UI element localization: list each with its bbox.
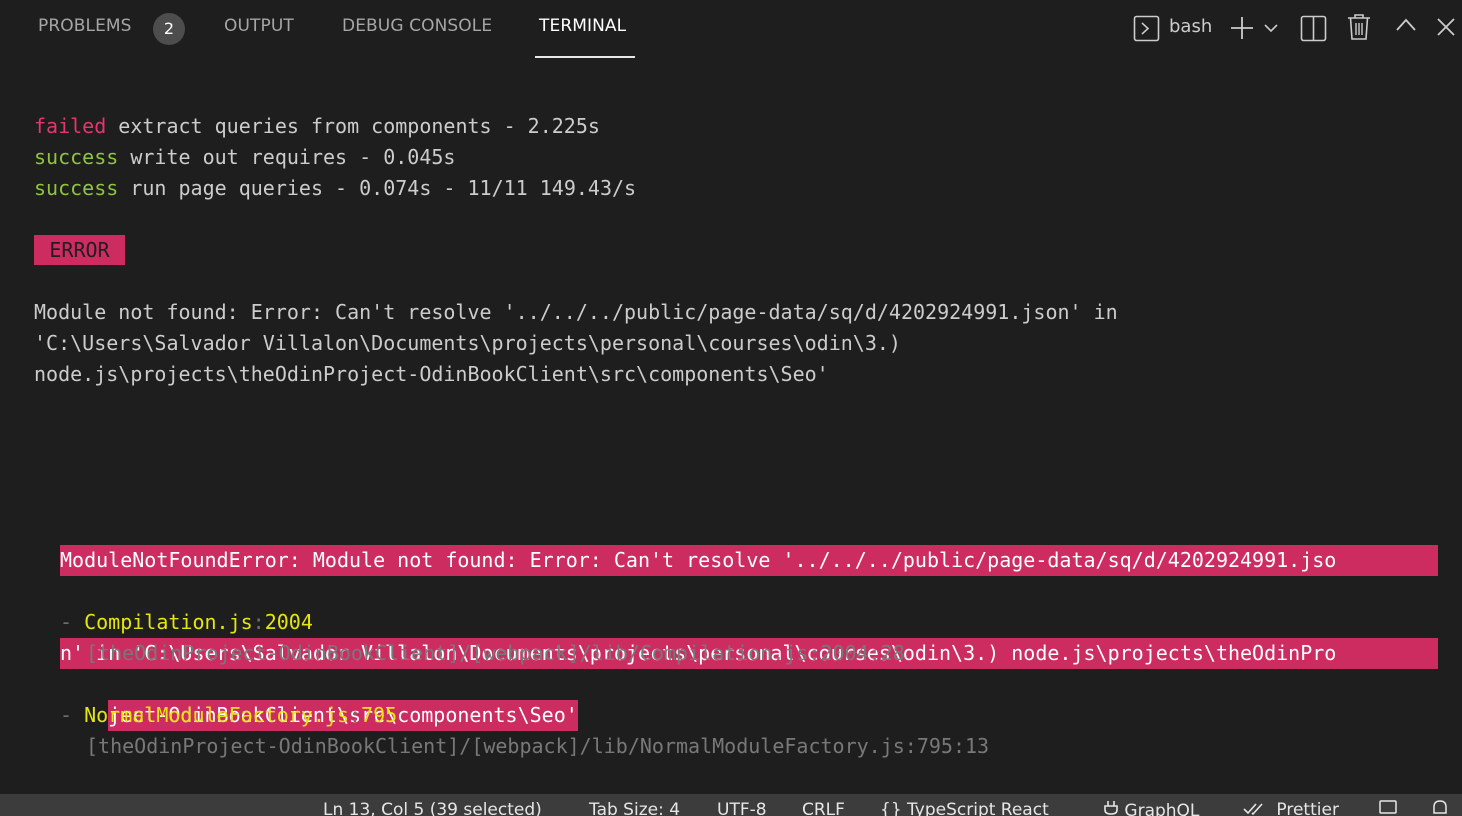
stack-file[interactable]: Compilation.js — [84, 610, 253, 634]
stack-path[interactable]: [theOdinProject-OdinBookClient]/[webpack… — [86, 638, 905, 669]
tab-output[interactable]: OUTPUT — [224, 16, 294, 42]
tab-size[interactable]: Tab Size: 4 — [589, 800, 680, 816]
prettier-status[interactable]: Prettier — [1243, 800, 1339, 816]
trash-icon[interactable] — [1347, 13, 1371, 41]
tab-terminal[interactable]: TERMINAL — [539, 16, 626, 42]
stack-dash: - — [60, 610, 85, 634]
graphql-status[interactable]: GraphQL — [1103, 800, 1199, 816]
highlighted-error-line: ModuleNotFoundError: Module not found: E… — [60, 545, 1438, 576]
plug-icon — [1104, 801, 1118, 815]
log-status: success — [34, 176, 119, 200]
stack-frame: - Compilation.js:2004 — [60, 607, 313, 638]
error-message-line: node.js\projects\theOdinProject-OdinBook… — [34, 362, 829, 386]
double-check-icon — [1243, 803, 1263, 816]
stack-file[interactable]: NormalModuleFactory.js — [84, 703, 349, 727]
feedback-icon[interactable] — [1378, 799, 1398, 816]
error-badge: ERROR — [34, 235, 125, 265]
panel-header: PROBLEMS 2 OUTPUT DEBUG CONSOLE TERMINAL… — [0, 0, 1462, 60]
log-line: success run page queries - 0.074s - 11/1… — [34, 173, 636, 204]
error-message-line: 'C:\Users\Salvador Villalon\Documents\pr… — [34, 331, 901, 355]
log-status: success — [34, 145, 119, 169]
error-message-line: Module not found: Error: Can't resolve '… — [34, 300, 1118, 324]
encoding[interactable]: UTF-8 — [717, 800, 767, 816]
graphql-label: GraphQL — [1124, 801, 1200, 816]
status-bar: Ln 13, Col 5 (39 selected) Tab Size: 4 U… — [0, 794, 1462, 816]
stack-path[interactable]: [theOdinProject-OdinBookClient]/[webpack… — [86, 731, 989, 762]
language-mode[interactable]: {} TypeScript React — [880, 800, 1049, 816]
chevron-down-icon[interactable] — [1263, 22, 1279, 34]
active-tab-indicator — [535, 56, 635, 58]
log-message: write out requires - 0.045s — [118, 145, 456, 169]
split-icon[interactable] — [1300, 15, 1327, 42]
stack-frame: - NormalModuleFactory.js:795 — [60, 700, 397, 731]
stack-separator: : — [252, 610, 265, 634]
log-line: failed extract queries from components -… — [34, 111, 600, 142]
shell-name[interactable]: bash — [1169, 16, 1212, 37]
braces-icon: {} — [880, 800, 902, 816]
log-message: extract queries from components - 2.225s — [106, 114, 600, 138]
language-label: TypeScript React — [907, 800, 1049, 816]
stack-line-number: 795 — [361, 703, 398, 727]
plus-icon[interactable] — [1229, 15, 1255, 41]
tab-debug-console[interactable]: DEBUG CONSOLE — [342, 16, 492, 42]
terminal-icon[interactable] — [1133, 15, 1160, 42]
log-line: success write out requires - 0.045s — [34, 142, 455, 173]
stack-separator: : — [349, 703, 362, 727]
log-status: failed — [34, 114, 107, 138]
stack-line-number: 2004 — [264, 610, 313, 634]
close-icon[interactable] — [1436, 17, 1456, 37]
chevron-up-icon[interactable] — [1395, 17, 1417, 33]
terminal-output[interactable]: failed extract queries from components -… — [0, 60, 1462, 794]
log-message: run page queries - 0.074s - 11/11 149.43… — [118, 176, 637, 200]
notifications-bell-icon[interactable] — [1431, 799, 1449, 816]
stack-dash: - — [60, 703, 85, 727]
cursor-position[interactable]: Ln 13, Col 5 (39 selected) — [323, 800, 542, 816]
tab-problems[interactable]: PROBLEMS — [38, 16, 132, 42]
prettier-label: Prettier — [1276, 800, 1339, 816]
problems-count-badge: 2 — [153, 13, 185, 45]
end-of-line[interactable]: CRLF — [802, 800, 845, 816]
